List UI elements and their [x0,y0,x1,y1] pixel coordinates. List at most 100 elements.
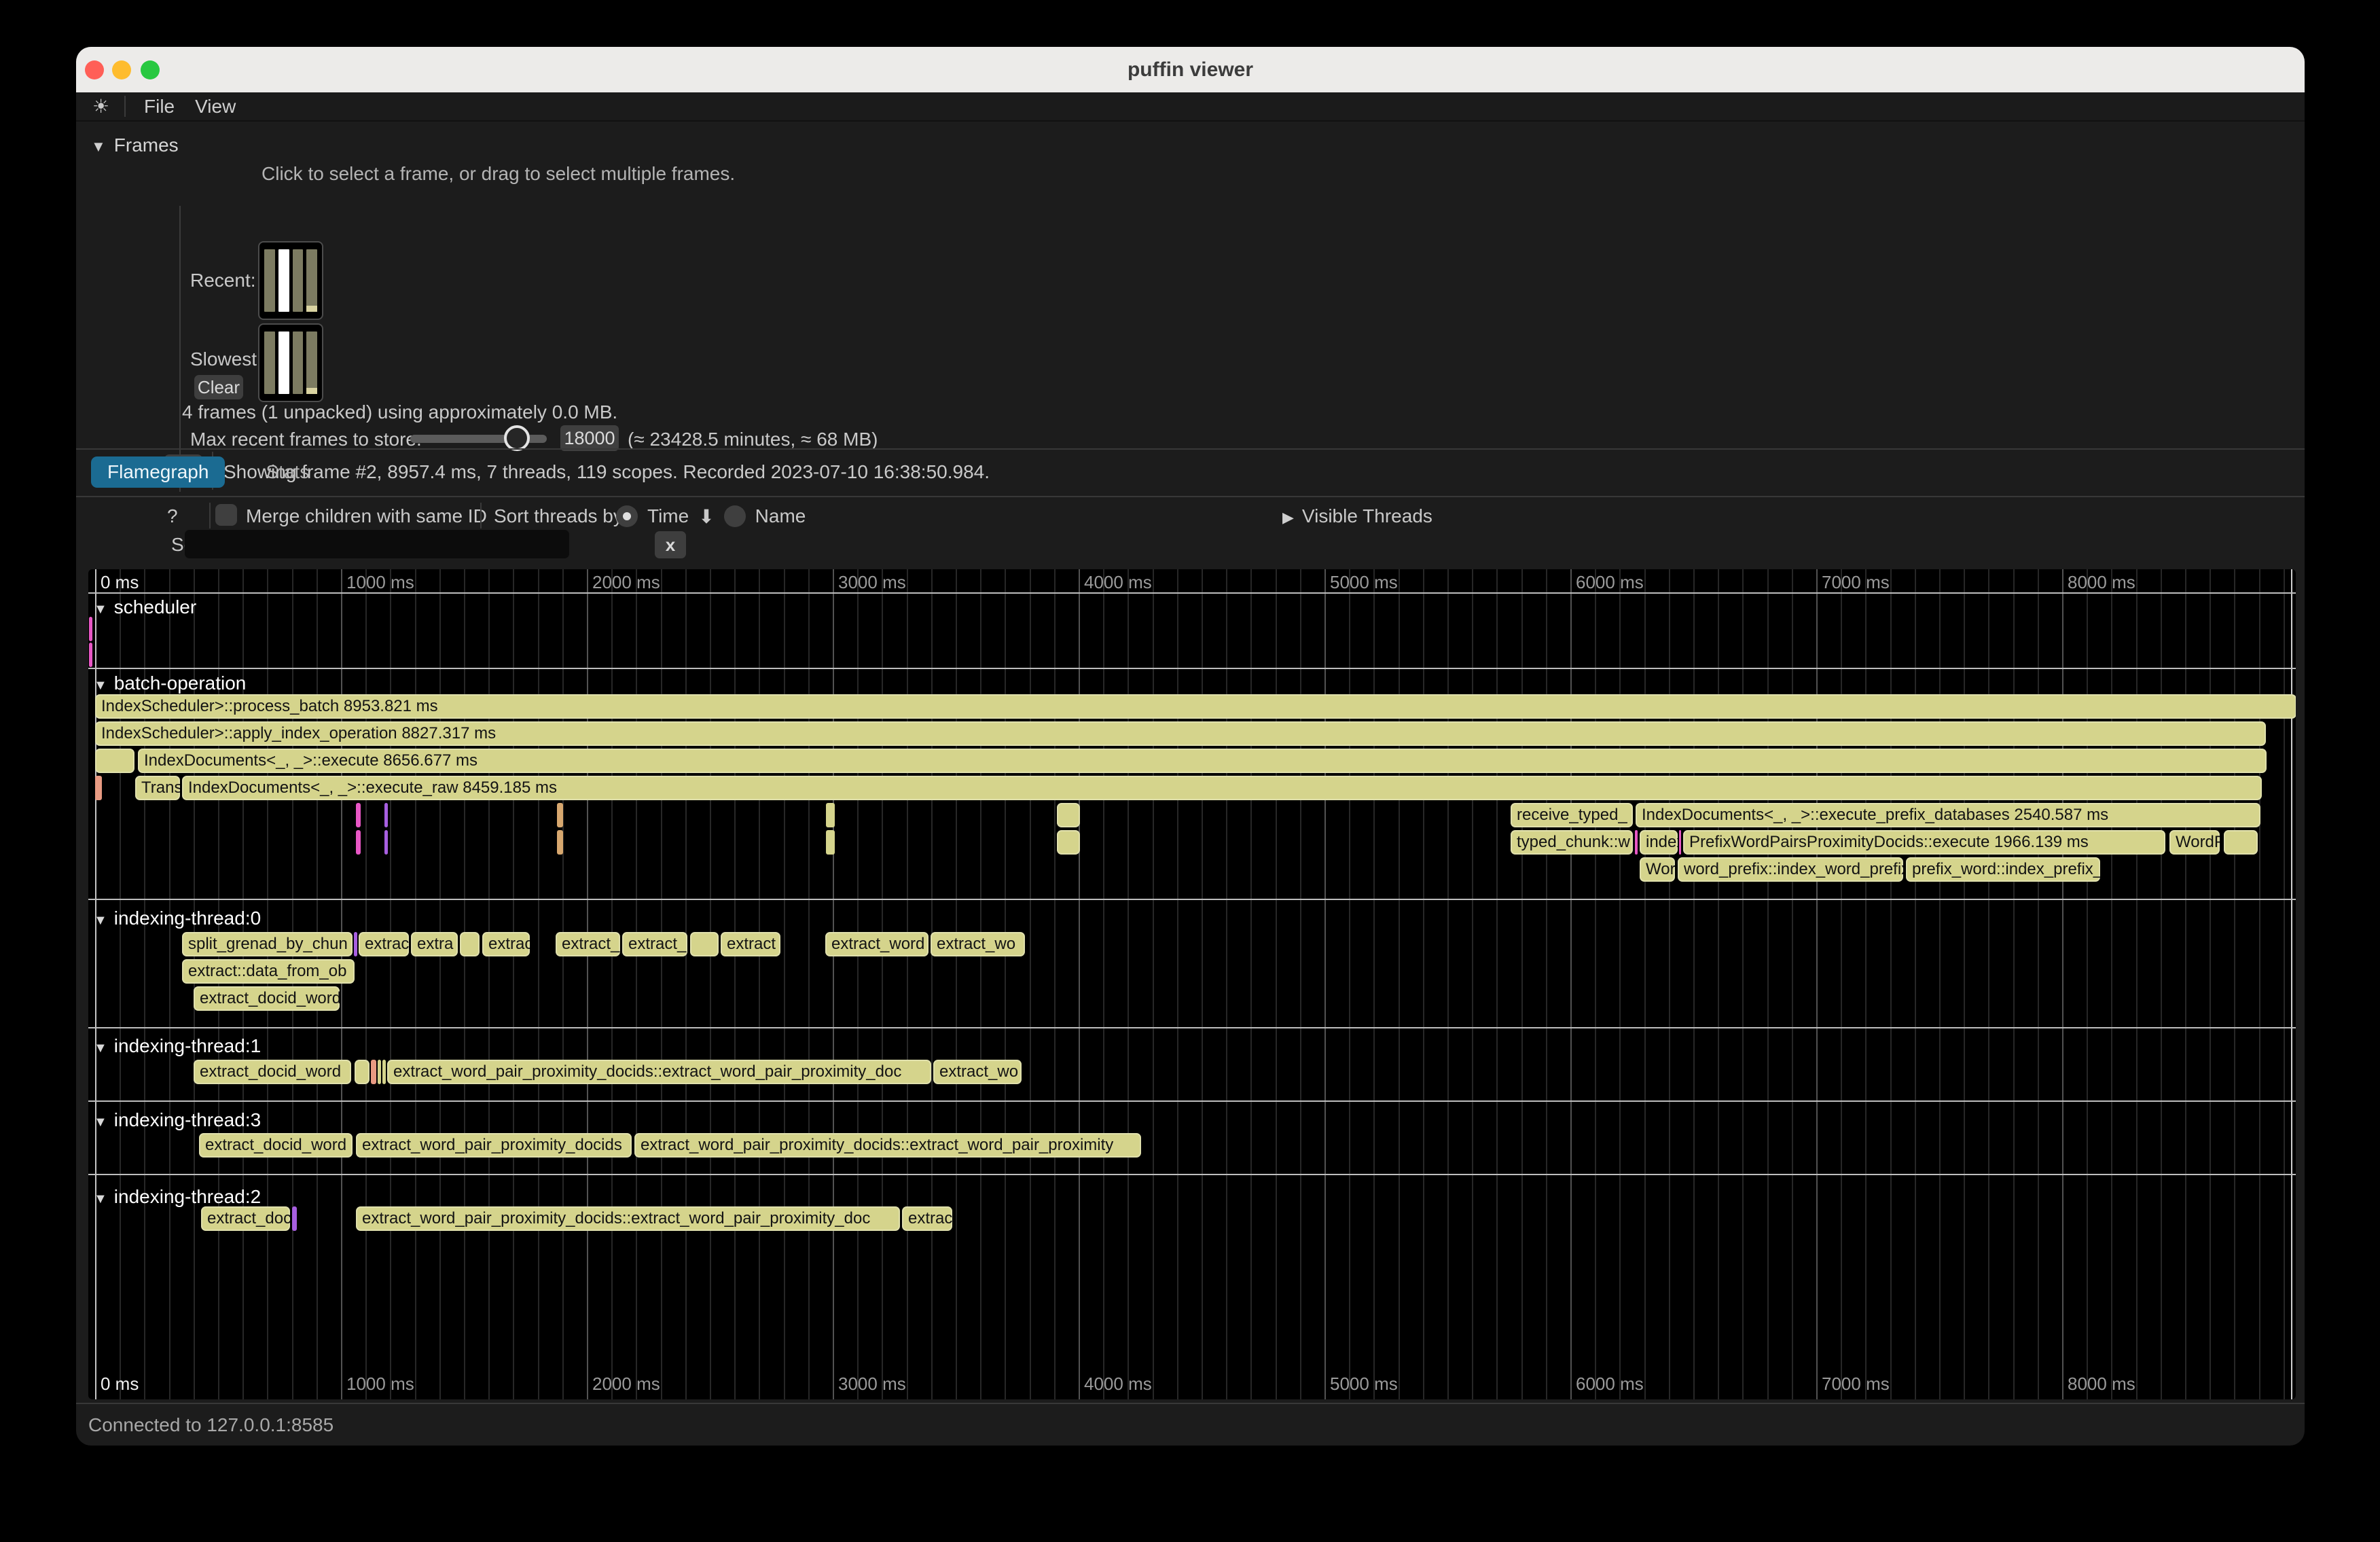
slowest-frames-thumbnail[interactable] [258,323,323,402]
scope-bar[interactable] [95,749,134,773]
scope-bar[interactable]: extrac [902,1206,952,1231]
scope-bar[interactable] [826,803,835,827]
theme-toggle-icon[interactable]: ☀ [92,92,109,120]
scope-bar[interactable]: receive_typed_ [1511,803,1633,827]
scope-bar[interactable] [2224,830,2258,855]
scope-bar[interactable]: IndexScheduler>::apply_index_operation 8… [95,721,2266,746]
scope-bar[interactable] [356,803,361,827]
zoom-window-button[interactable] [141,60,160,79]
scope-bar[interactable] [354,932,357,956]
scope-bar[interactable]: split_grenad_by_chun [182,932,353,956]
scope-bar[interactable]: Trans [135,776,180,800]
scope-bar[interactable] [460,932,480,956]
scope-bar[interactable]: extract_word_pair_proximity_docids [356,1133,632,1158]
scope-bar[interactable] [557,803,563,827]
thread-section-divider [88,1027,2296,1028]
axis-separator [88,592,2296,594]
menu-item-view[interactable]: View [195,96,236,117]
merge-children-checkbox[interactable] [215,504,237,526]
scope-bar[interactable]: prefix_word::index_prefix_wo [1906,857,2100,882]
scope-bar[interactable] [89,617,92,641]
scope-bar[interactable] [826,830,835,855]
thread-header-indexing-thread-2[interactable]: ▼indexing-thread:2 [94,1186,261,1208]
scope-bar[interactable] [95,776,102,800]
scope-bar[interactable]: extract_word_pair_proximity_docids::extr… [387,1060,931,1084]
frame-bar [264,331,275,394]
scope-bar[interactable]: extract_wo [933,1060,1022,1084]
frame-info-text: Showing frame #2, 8957.4 ms, 7 threads, … [223,461,990,483]
scope-bar[interactable]: extract_ [556,932,620,956]
thread-section-divider [88,1174,2296,1175]
help-button[interactable]: ? [167,505,178,527]
thread-header-batch-operation[interactable]: ▼batch-operation [94,673,246,694]
scope-bar[interactable]: extract_docid_word [199,1133,353,1158]
scope-bar[interactable]: extract_ [622,932,687,956]
thread-header-indexing-thread-1[interactable]: ▼indexing-thread:1 [94,1035,261,1057]
scope-bar[interactable]: extract_word [825,932,928,956]
scope-bar[interactable]: extract::data_from_ob [182,959,355,984]
scope-bar[interactable]: PrefixWordPairsProximityDocids::execute … [1683,830,2165,855]
scope-bar[interactable] [355,1060,369,1084]
scope-bar[interactable]: index [1640,830,1678,855]
scope-bar[interactable]: extract_word_pair_proximity_docids::extr… [356,1206,900,1231]
scope-bar[interactable]: extract_word_pair_proximity_docids::extr… [634,1133,1141,1158]
scope-bar[interactable]: extra [411,932,458,956]
max-frames-value[interactable]: 18000 [560,425,619,451]
tab-flamegraph[interactable]: Flamegraph [91,456,225,488]
scope-bar[interactable] [378,1060,381,1084]
frames-section-header[interactable]: ▼Frames [91,135,179,156]
scope-bar[interactable]: extract_docid_word [194,986,340,1011]
scope-bar[interactable] [89,643,92,667]
app-window: puffin viewer ☀ FileView ▼Frames Click t… [76,47,2305,1446]
scope-bar[interactable]: IndexScheduler>::process_batch 8953.821 … [95,694,2296,719]
scope-bar[interactable]: extract [721,932,780,956]
time-axis-tick: 2000 ms [592,572,660,593]
collapse-triangle-icon: ▼ [91,138,106,155]
thread-header-indexing-thread-3[interactable]: ▼indexing-thread:3 [94,1109,261,1131]
close-window-button[interactable] [85,60,104,79]
scope-bar[interactable] [292,1206,297,1231]
thread-header-scheduler[interactable]: ▼scheduler [94,596,196,618]
sort-radio-name[interactable] [724,505,746,527]
menu-item-file[interactable]: File [144,96,175,117]
clear-frames-button[interactable]: Clear [194,375,243,399]
tab-stats[interactable]: Stats [249,456,325,488]
minimize-window-button[interactable] [112,60,131,79]
scope-bar[interactable] [557,830,563,855]
scope-bar[interactable]: extract_doc [201,1206,290,1231]
scope-bar[interactable] [356,830,361,855]
scope-bar[interactable] [1679,830,1681,855]
scope-bar[interactable] [371,1060,376,1084]
sort-radio-time[interactable] [616,505,638,527]
scope-bar[interactable]: extract_wo [931,932,1025,956]
recent-frames-label: Recent: [190,270,256,291]
max-frames-slider-knob[interactable] [504,425,530,451]
scope-bar[interactable]: extract [359,932,409,956]
recent-frames-thumbnail[interactable] [258,241,323,320]
collapsed-triangle-icon: ▶ [1282,509,1294,526]
scope-bar[interactable] [1057,830,1080,855]
scope-bar[interactable] [690,932,719,956]
scope-bar[interactable] [384,830,388,855]
scope-bar[interactable]: IndexDocuments<_, _>::execute_prefix_dat… [1636,803,2260,827]
scope-bar[interactable]: word_prefix::index_word_prefix_ [1678,857,1903,882]
flamegraph-canvas[interactable]: 0 ms0 ms1000 ms1000 ms2000 ms2000 ms3000… [88,569,2296,1399]
scope-bar[interactable]: IndexDocuments<_, _>::execute 8656.677 m… [138,749,2267,773]
scope-bar[interactable]: IndexDocuments<_, _>::execute_raw 8459.1… [182,776,2262,800]
scope-bar[interactable]: extract_docid_word [194,1060,351,1084]
visible-threads-header[interactable]: ▶Visible Threads [1282,505,1432,527]
scope-bar[interactable]: typed_chunk::w [1511,830,1633,855]
sort-options-group: Time⬇Name [616,503,806,530]
scope-bar[interactable]: extrac [482,932,530,956]
frame-bar-tip [306,388,317,394]
scope-bar[interactable] [382,1060,386,1084]
scope-bar[interactable]: Word [1640,857,1675,882]
clear-filter-button[interactable]: x [655,531,686,558]
scope-bar[interactable] [1635,830,1638,855]
scope-filter-input[interactable] [185,530,569,558]
thread-header-indexing-thread-0[interactable]: ▼indexing-thread:0 [94,908,261,929]
thread-name: batch-operation [114,673,247,694]
scope-bar[interactable]: WordPr [2169,830,2220,855]
scope-bar[interactable] [1057,803,1080,827]
scope-bar[interactable] [384,803,388,827]
